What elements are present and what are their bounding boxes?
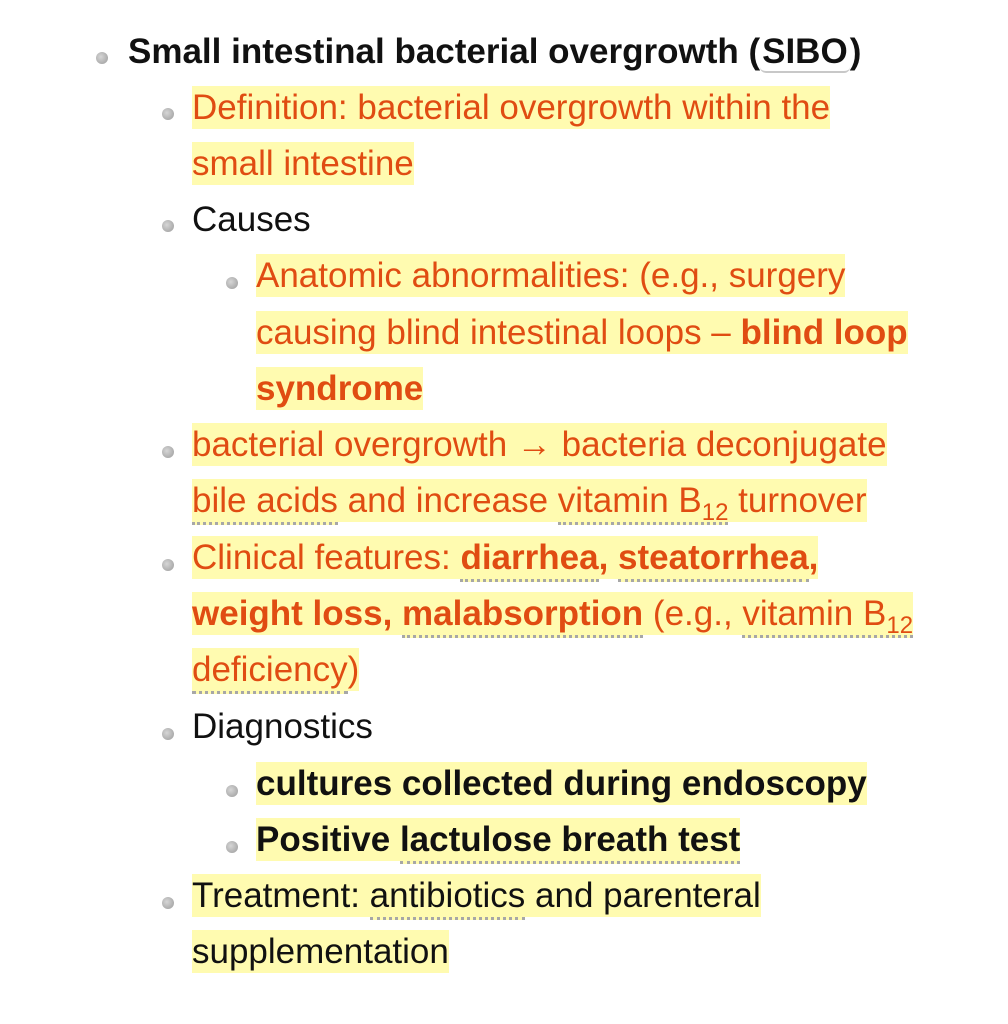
- treatment-line-2: supplementation: [192, 930, 449, 973]
- clinical-paren-close: ): [347, 648, 360, 691]
- syndrome-term: syndrome: [256, 367, 424, 410]
- link-lactulose-breath-test[interactable]: lactulose breath test: [399, 818, 741, 864]
- clinical-comma-1: ,: [598, 536, 619, 579]
- bullet-icon: [226, 841, 238, 853]
- mechanism-end: turnover: [728, 479, 867, 522]
- bullet-icon: [226, 277, 238, 289]
- link-vitamin-b12[interactable]: vitamin B12: [557, 479, 729, 526]
- vitamin-b-text: vitamin B: [557, 481, 702, 520]
- link-diarrhea[interactable]: diarrhea: [460, 536, 599, 582]
- clinical-paren-open: (e.g.,: [643, 592, 743, 635]
- diagnostic-item-1: cultures collected during endoscopy: [256, 762, 867, 805]
- treatment-rest: and parenteral: [525, 874, 761, 917]
- heading-close: ): [849, 32, 862, 71]
- clinical-prefix: Clinical features:: [192, 536, 461, 579]
- notes-page: Small intestinal bacterial overgrowth (S…: [0, 0, 1008, 1024]
- clinical-comma-2: ,: [808, 536, 819, 579]
- treatment-line-1: Treatment: antibiotics and parenteral: [192, 874, 761, 920]
- bullet-icon: [162, 897, 174, 909]
- anatomic-text-1: Anatomic abnormalities: (e.g., surgery: [256, 254, 846, 297]
- diagnostic-prefix-2: Positive: [256, 818, 400, 861]
- clinical-line-3: deficiency): [192, 648, 360, 694]
- diagnostic-item-2: Positive lactulose breath test: [256, 818, 741, 864]
- diagnostics-label: Diagnostics: [192, 707, 373, 746]
- mechanism-line-2: bile acids and increase vitamin B12 turn…: [192, 479, 867, 525]
- clinical-line-2: weight loss, malabsorption (e.g., vitami…: [192, 592, 914, 638]
- bullet-icon: [162, 728, 174, 740]
- link-bile-acids[interactable]: bile acids: [192, 479, 338, 525]
- definition-line-1: Definition: bacterial overgrowth within …: [192, 86, 831, 129]
- clinical-comma-3: ,: [382, 592, 403, 635]
- bullet-icon: [162, 559, 174, 571]
- bullet-icon: [162, 220, 174, 232]
- vitamin-b-text-2: vitamin B: [742, 594, 887, 633]
- diagnostic-text-1: cultures collected during endoscopy: [256, 762, 867, 805]
- mechanism-text-1: bacterial overgrowth → bacteria deconjug…: [192, 423, 887, 466]
- heading-text: Small intestinal bacterial overgrowth (: [128, 32, 761, 71]
- mechanism-mid: and increase: [337, 479, 558, 522]
- link-malabsorption[interactable]: malabsorption: [402, 592, 644, 638]
- treatment-text-2: supplementation: [192, 930, 449, 973]
- definition-text-1: Definition: bacterial overgrowth within …: [192, 86, 831, 129]
- abbr-sibo[interactable]: SIBO: [760, 32, 850, 73]
- anatomic-text-2: causing blind intestinal loops –: [256, 311, 741, 354]
- definition-text-2: small intestine: [192, 142, 414, 185]
- bullet-icon: [96, 52, 108, 64]
- link-deficiency[interactable]: deficiency: [192, 648, 348, 694]
- link-vitamin-b12-2[interactable]: vitamin B12: [742, 592, 914, 639]
- definition-line-2: small intestine: [192, 142, 414, 185]
- causes-label: Causes: [192, 200, 311, 239]
- section-heading: Small intestinal bacterial overgrowth (S…: [128, 32, 862, 73]
- bullet-icon: [162, 446, 174, 458]
- bullet-icon: [162, 108, 174, 120]
- anatomic-line-3: syndrome: [256, 367, 424, 410]
- bullet-icon: [226, 785, 238, 797]
- mechanism-line-1: bacterial overgrowth → bacteria deconjug…: [192, 423, 887, 466]
- vitamin-sub-2: 12: [886, 612, 914, 639]
- blind-loop-term: blind loop: [740, 311, 908, 354]
- anatomic-line-1: Anatomic abnormalities: (e.g., surgery: [256, 254, 846, 297]
- vitamin-sub: 12: [701, 499, 729, 526]
- link-antibiotics[interactable]: antibiotics: [369, 874, 526, 920]
- anatomic-line-2: causing blind intestinal loops – blind l…: [256, 311, 908, 354]
- link-steatorrhea[interactable]: steatorrhea: [618, 536, 809, 582]
- treatment-prefix: Treatment:: [192, 874, 370, 917]
- weight-loss-term: weight loss: [192, 592, 383, 635]
- clinical-line-1: Clinical features: diarrhea, steatorrhea…: [192, 536, 819, 582]
